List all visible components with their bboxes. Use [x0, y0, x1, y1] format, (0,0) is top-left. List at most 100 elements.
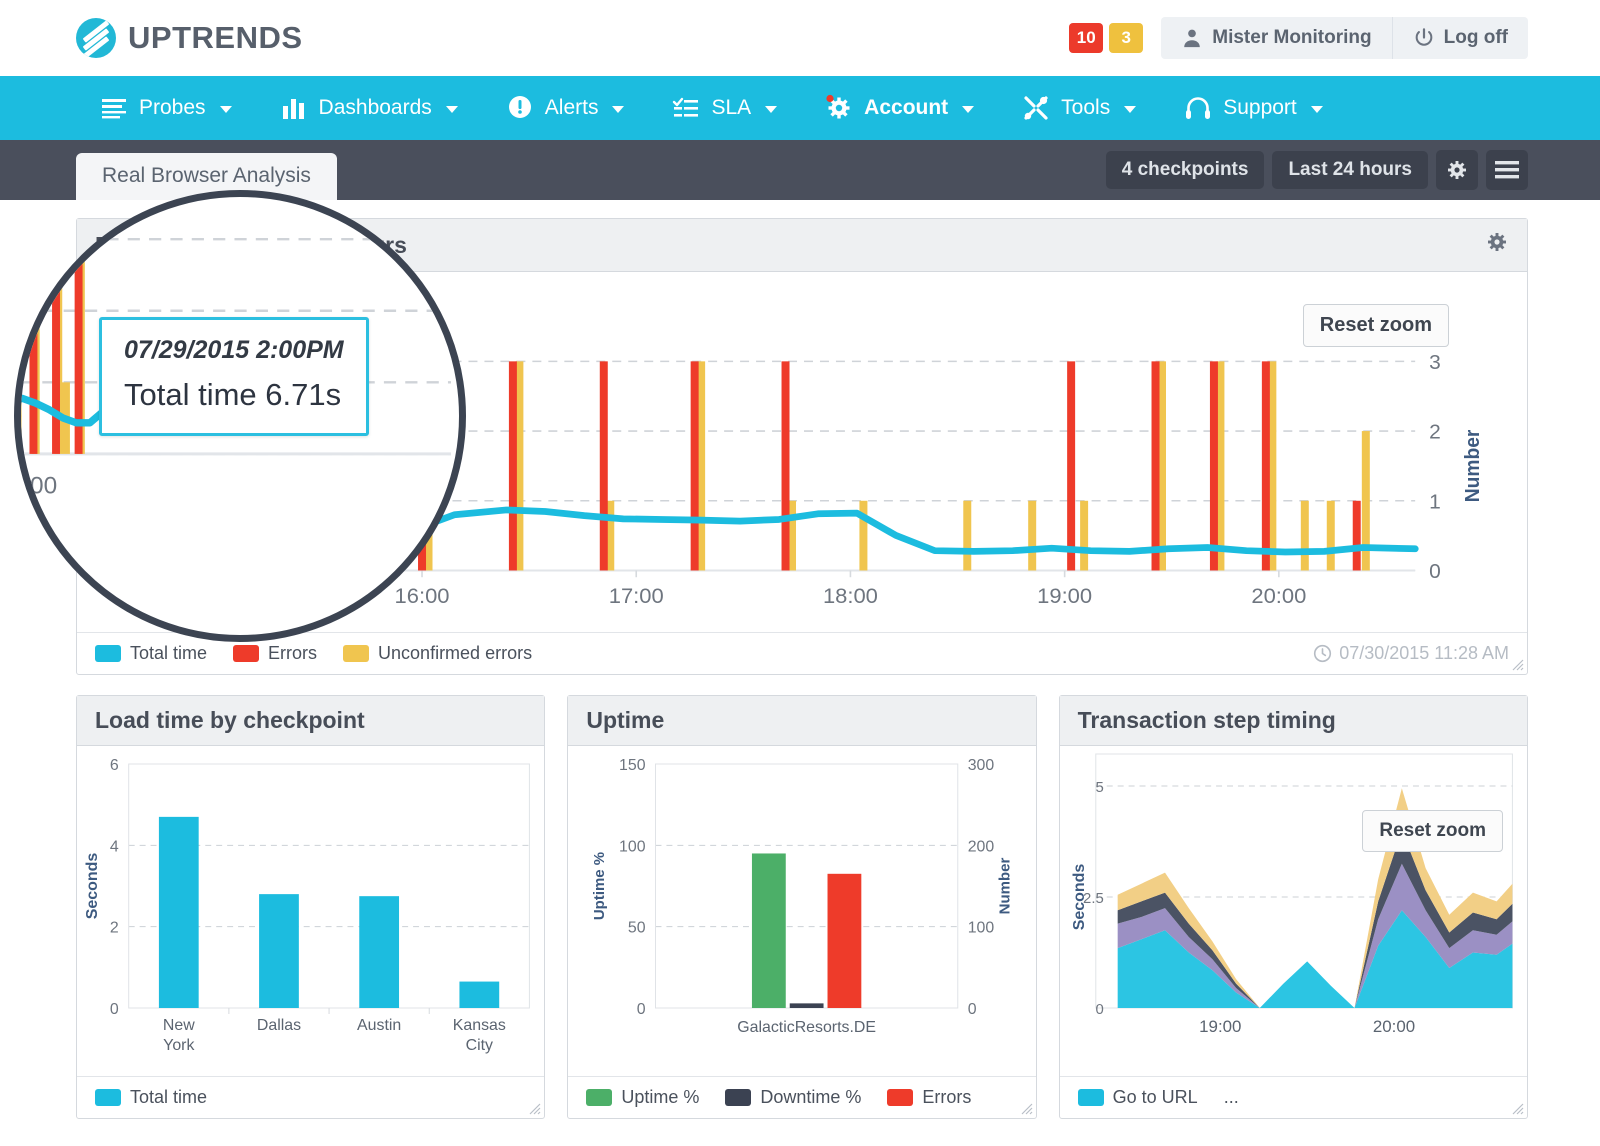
- menu-button[interactable]: [1486, 150, 1528, 190]
- legend-swatch: [586, 1089, 613, 1106]
- nav-item-dashboards[interactable]: Dashboards: [256, 76, 482, 140]
- period-selector[interactable]: Last 24 hours: [1272, 151, 1428, 189]
- legend-item[interactable]: Unconfirmed errors: [343, 643, 532, 664]
- svg-text:Seconds: Seconds: [84, 853, 101, 920]
- legend-label: Go to URL: [1112, 1087, 1198, 1107]
- chart-legend: Total time Errors Unconfirmed errors: [95, 643, 532, 664]
- svg-text:17:00: 17:00: [609, 584, 664, 609]
- gear-icon: [826, 94, 850, 119]
- svg-text:0: 0: [1429, 561, 1441, 584]
- logoff-button[interactable]: Log off: [1391, 17, 1528, 59]
- svg-text:5:00: 5:00: [21, 473, 57, 500]
- svg-text:Austin: Austin: [357, 1017, 401, 1034]
- user-account-button[interactable]: Mister Monitoring: [1161, 17, 1391, 59]
- gear-icon: [1488, 233, 1506, 251]
- last-updated: 07/30/2015 11:28 AM: [1313, 643, 1509, 664]
- resize-handle[interactable]: [1510, 1101, 1524, 1115]
- svg-text:5: 5: [1095, 779, 1103, 796]
- legend-item[interactable]: Downtime %: [725, 1087, 861, 1108]
- step-timing-chart[interactable]: 02.5519:00 20:00Seconds: [1060, 746, 1527, 1076]
- svg-text:GalacticResorts.DE: GalacticResorts.DE: [738, 1019, 877, 1036]
- panel-header: Uptime: [568, 696, 1036, 746]
- user-icon: [1184, 29, 1201, 48]
- warnings-badge[interactable]: 3: [1109, 23, 1144, 53]
- panel-body[interactable]: 0 50 100 150 0 100 200 300 GalacticResorts.DE Upt…: [568, 746, 1035, 1076]
- legend-item[interactable]: Total time: [95, 1087, 207, 1108]
- svg-text:50: 50: [628, 920, 646, 937]
- errors-badge[interactable]: 10: [1069, 23, 1104, 53]
- svg-text:3: 3: [1429, 351, 1441, 374]
- resize-handle[interactable]: [1510, 657, 1524, 671]
- chevron-down-icon: [445, 106, 458, 113]
- nav-item-support[interactable]: Support: [1160, 76, 1347, 140]
- svg-text:19:00: 19:00: [1199, 1017, 1241, 1036]
- tooltip-value: Total time 6.71s: [124, 377, 342, 412]
- legend-swatch: [887, 1089, 914, 1106]
- chevron-down-icon: [219, 106, 232, 113]
- panel-footer: Go to URL...: [1059, 1076, 1527, 1118]
- legend-label: Errors: [268, 643, 318, 663]
- nav-item-account[interactable]: Account: [801, 76, 998, 140]
- resize-handle[interactable]: [1019, 1101, 1033, 1115]
- legend-label: Uptime %: [621, 1087, 700, 1107]
- nav-label-tools: Tools: [1061, 96, 1111, 119]
- legend-swatch: [1077, 1089, 1104, 1106]
- svg-text:100: 100: [619, 838, 646, 855]
- alert-circle-icon: [508, 96, 531, 118]
- legend-item[interactable]: Go to URL: [1077, 1087, 1198, 1108]
- svg-text:0: 0: [968, 1001, 977, 1018]
- reset-zoom-button[interactable]: Reset zoom: [1362, 810, 1503, 852]
- legend-item[interactable]: Errors: [887, 1087, 971, 1108]
- panel-footer: Uptime % Downtime % Errors: [568, 1076, 1036, 1118]
- svg-text:Uptime %: Uptime %: [591, 852, 608, 920]
- nav-item-alerts[interactable]: Alerts: [482, 76, 649, 140]
- top-bar-right: 10 3 Mister Monitoring Log off: [1069, 17, 1528, 59]
- legend-label: ...: [1223, 1087, 1239, 1107]
- panel-body[interactable]: 0 2.5 5 19:00 20:00 Seconds Reset zoom: [1060, 746, 1527, 1076]
- nav-item-tools[interactable]: Tools: [998, 76, 1160, 140]
- resize-handle[interactable]: [527, 1101, 541, 1115]
- brand-logo[interactable]: UPTRENDS: [76, 18, 303, 58]
- nav-label-account: Account: [864, 96, 949, 119]
- nav-item-probes[interactable]: Probes: [76, 76, 256, 140]
- panel-footer: Total time: [77, 1076, 545, 1118]
- panel-footer: Total time Errors Unconfirmed errors 07/30…: [77, 632, 1527, 674]
- brand-name: UPTRENDS: [128, 20, 303, 55]
- chevron-down-icon: [612, 106, 625, 113]
- headset-icon: [1186, 97, 1211, 119]
- load-time-chart[interactable]: 0 2 4 6 New York Dallas Austin Kansas City Seconds: [77, 746, 544, 1076]
- top-bar: UPTRENDS 10 3 Mister Monitoring Log off: [0, 0, 1600, 76]
- legend-item[interactable]: ...: [1224, 1087, 1239, 1108]
- nav-label-alerts: Alerts: [544, 96, 599, 119]
- svg-text:0: 0: [1095, 1001, 1103, 1018]
- panel-uptime: Uptime 0 50 100 150 0 100 200 300 GalacticResort…: [567, 695, 1037, 1119]
- panel-body[interactable]: 0 2 4 6 New York Dallas Austin Kansas City Seconds: [77, 746, 544, 1076]
- panel-header: Transaction step timing: [1059, 696, 1527, 746]
- checkpoints-selector[interactable]: 4 checkpoints: [1105, 151, 1265, 189]
- tooltip-date: 07/29/2015 2:00PM: [124, 336, 344, 364]
- uptrends-logo-icon: [76, 18, 116, 58]
- dashboard-settings-button[interactable]: [1436, 150, 1478, 190]
- svg-text:4: 4: [110, 838, 119, 855]
- chart-legend: Total time: [95, 1087, 207, 1108]
- legend-item[interactable]: Uptime %: [586, 1087, 699, 1108]
- panel-title: Uptime: [586, 707, 665, 733]
- reset-zoom-button[interactable]: Reset zoom: [1302, 304, 1449, 347]
- panel-settings-button[interactable]: [1485, 230, 1509, 260]
- list-icon: [102, 99, 126, 119]
- legend-label: Unconfirmed errors: [378, 643, 533, 663]
- svg-text:18:00: 18:00: [823, 584, 878, 609]
- panel-load-time-by-checkpoint: Load time by checkpoint 0 2 4 6 New York Dalla…: [76, 695, 546, 1119]
- nav-label-dashboards: Dashboards: [318, 96, 432, 119]
- legend-item[interactable]: Total time: [95, 643, 207, 664]
- legend-swatch: [95, 1089, 121, 1106]
- bottom-panels-row: Load time by checkpoint 0 2 4 6 New York Dalla…: [76, 695, 1528, 1119]
- legend-label: Total time: [130, 1087, 208, 1107]
- nav-item-sla[interactable]: SLA: [648, 76, 801, 140]
- legend-item[interactable]: Errors: [233, 643, 317, 664]
- legend-label: Downtime %: [760, 1087, 862, 1107]
- uptime-chart[interactable]: 0 50 100 150 0 100 200 300 GalacticResorts.DE Upt…: [568, 746, 1035, 1076]
- panel-title: Transaction step timing: [1077, 707, 1336, 733]
- checklist-icon: [673, 97, 699, 117]
- legend-label: Errors: [922, 1087, 972, 1107]
